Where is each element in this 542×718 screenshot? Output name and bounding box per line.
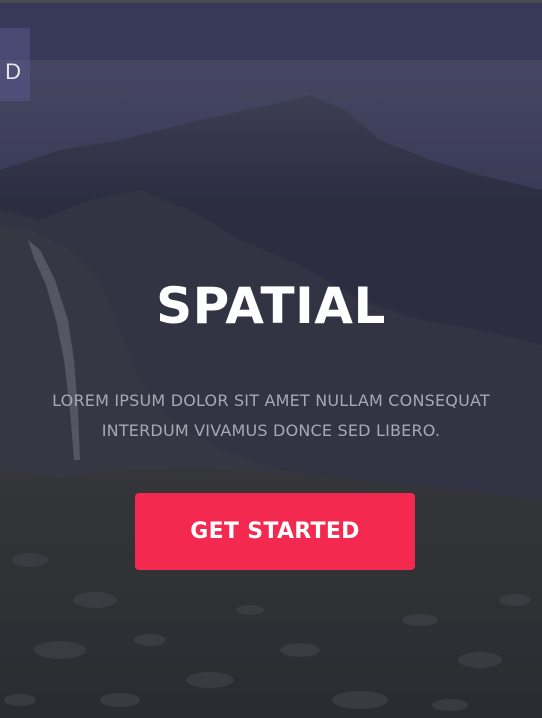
hero-banner: D SPATIAL LOREM IPSUM DOLOR SIT AMET NUL… (0, 0, 542, 718)
hero-subtitle: LOREM IPSUM DOLOR SIT AMET NULLAM CONSEQ… (52, 391, 490, 440)
top-border (0, 0, 542, 3)
dark-overlay (0, 0, 542, 718)
get-started-button[interactable]: GET STARTED (135, 493, 415, 570)
hero-title: SPATIAL (156, 277, 386, 335)
nav-menu-tab-label: D (5, 59, 22, 84)
nav-menu-tab[interactable]: D (0, 28, 30, 101)
